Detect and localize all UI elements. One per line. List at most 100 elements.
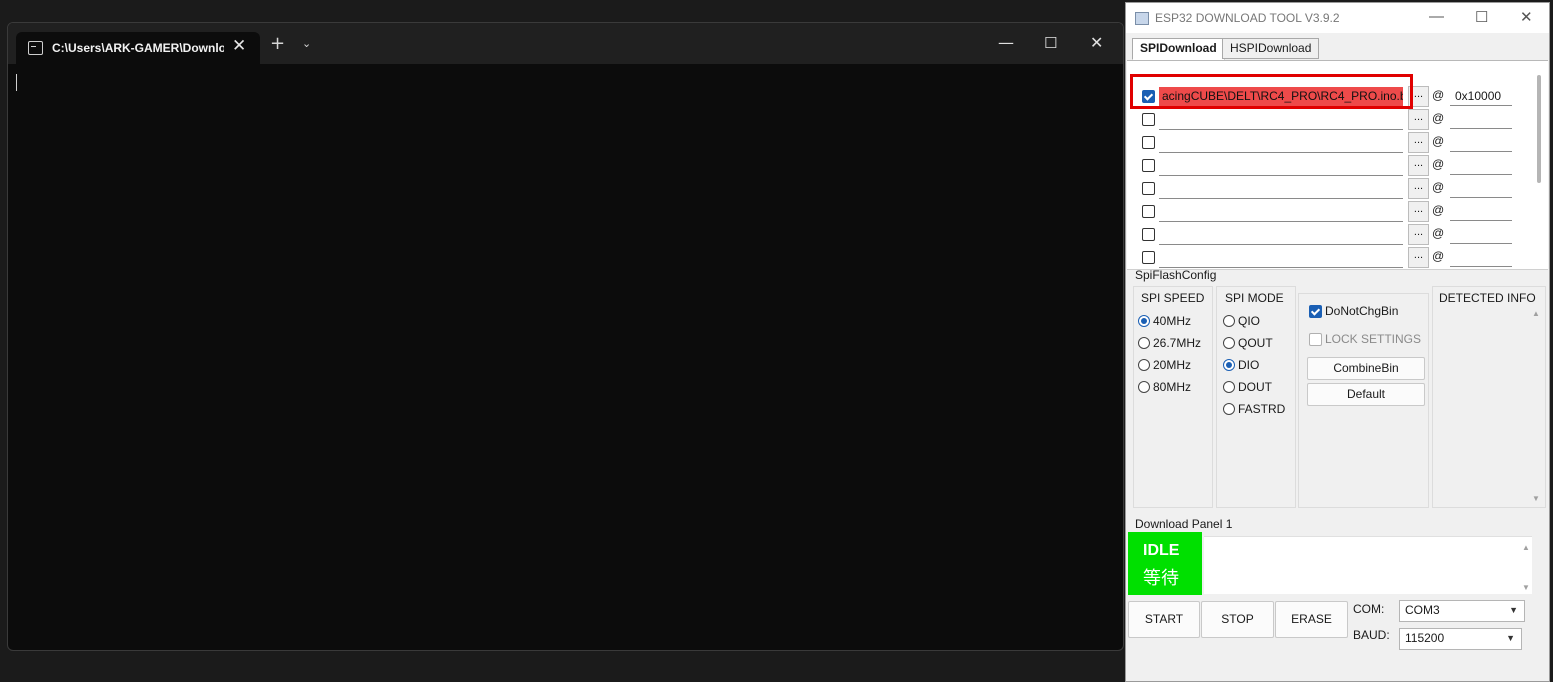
stop-button[interactable]: STOP — [1201, 601, 1274, 638]
close-button[interactable]: ✕ — [1520, 8, 1533, 26]
scroll-up-icon[interactable]: ▲ — [1532, 309, 1540, 318]
window-title: ESP32 DOWNLOAD TOOL V3.9.2 — [1155, 11, 1340, 25]
chevron-down-icon: ▼ — [1509, 605, 1518, 615]
file-enable-checkbox[interactable] — [1142, 136, 1155, 149]
detected-info-label: DETECTED INFO — [1439, 291, 1536, 305]
scroll-down-icon[interactable]: ▼ — [1522, 583, 1530, 592]
browse-button[interactable]: ... — [1408, 247, 1429, 268]
scroll-up-icon[interactable]: ▲ — [1522, 543, 1530, 552]
status-text-cn: 等待 — [1143, 568, 1179, 589]
file-row: ... @ — [1127, 223, 1537, 246]
radio-80mhz[interactable] — [1138, 381, 1150, 393]
terminal-tab-label: C:\Users\ARK-GAMER\Downlo — [52, 41, 224, 55]
file-enable-checkbox[interactable] — [1142, 205, 1155, 218]
lock-settings-checkbox[interactable] — [1309, 333, 1322, 346]
radio-40mhz[interactable] — [1138, 315, 1150, 327]
browse-button[interactable]: ... — [1408, 155, 1429, 176]
do-not-chg-bin-checkbox[interactable] — [1309, 305, 1322, 318]
log-output[interactable]: ▲ ▼ — [1204, 536, 1532, 594]
radio-dout[interactable] — [1223, 381, 1235, 393]
browse-button[interactable]: ... — [1408, 178, 1429, 199]
spi-speed-label: SPI SPEED — [1141, 291, 1205, 305]
file-path-input[interactable] — [1159, 179, 1403, 199]
file-row: ... @ — [1127, 131, 1537, 154]
address-input[interactable] — [1450, 248, 1512, 267]
lock-settings-label: LOCK SETTINGS — [1325, 332, 1422, 346]
file-path-input[interactable] — [1159, 202, 1403, 222]
file-path-input[interactable] — [1159, 248, 1403, 268]
radio-label: DIO — [1238, 358, 1260, 372]
radio-label: 20MHz — [1153, 358, 1192, 372]
address-input[interactable] — [1450, 133, 1512, 152]
address-input[interactable]: 0x10000 — [1450, 87, 1512, 106]
status-indicator: IDLE 等待 — [1128, 532, 1202, 595]
download-panel-title: Download Panel 1 — [1135, 517, 1233, 531]
at-label: @ — [1432, 157, 1445, 171]
file-enable-checkbox[interactable] — [1142, 228, 1155, 241]
at-label: @ — [1432, 180, 1445, 194]
file-path-input[interactable] — [1159, 133, 1403, 153]
radio-label: 80MHz — [1153, 380, 1192, 394]
browse-button[interactable]: ... — [1408, 201, 1429, 222]
terminal-tab[interactable]: C:\Users\ARK-GAMER\Downlo ✕ — [16, 32, 260, 64]
close-button[interactable]: ✕ — [1090, 35, 1103, 51]
address-input[interactable] — [1450, 110, 1512, 129]
combine-bin-button[interactable]: CombineBin — [1307, 357, 1425, 380]
browse-button[interactable]: ... — [1408, 132, 1429, 153]
address-input[interactable] — [1450, 202, 1512, 221]
at-label: @ — [1432, 226, 1445, 240]
scroll-down-icon[interactable]: ▼ — [1532, 494, 1540, 503]
radio-label: DOUT — [1238, 380, 1272, 394]
radio-qout[interactable] — [1223, 337, 1235, 349]
app-logo-icon — [1135, 12, 1149, 25]
radio-qio[interactable] — [1223, 315, 1235, 327]
chevron-down-icon: ▼ — [1506, 633, 1515, 643]
file-enable-checkbox[interactable] — [1142, 159, 1155, 172]
chevron-down-icon[interactable]: ⌄ — [302, 37, 311, 50]
file-enable-checkbox[interactable] — [1142, 251, 1155, 264]
default-button[interactable]: Default — [1307, 383, 1425, 406]
spi-mode-group: SPI MODE QIO QOUT DIO DOUT FASTRD — [1216, 286, 1296, 508]
address-input[interactable] — [1450, 156, 1512, 175]
file-enable-checkbox[interactable] — [1142, 113, 1155, 126]
minimize-button[interactable]: — — [998, 35, 1014, 51]
radio-20mhz[interactable] — [1138, 359, 1150, 371]
text-cursor — [16, 74, 17, 91]
radio-label: 40MHz — [1153, 314, 1192, 328]
file-row: ... @ — [1127, 108, 1537, 131]
minimize-button[interactable]: — — [1429, 8, 1444, 25]
maximize-button[interactable]: ☐ — [1044, 35, 1057, 51]
radio-label: QIO — [1238, 314, 1261, 328]
browse-button[interactable]: ... — [1408, 109, 1429, 130]
radio-fastrd[interactable] — [1223, 403, 1235, 415]
detected-info-group: DETECTED INFO ▲ ▼ — [1432, 286, 1546, 508]
browse-button[interactable]: ... — [1408, 224, 1429, 245]
file-path-input[interactable] — [1159, 156, 1403, 176]
file-enable-checkbox[interactable] — [1142, 182, 1155, 195]
do-not-chg-bin-label: DoNotChgBin — [1325, 304, 1399, 318]
esp-titlebar: ESP32 DOWNLOAD TOOL V3.9.2 — ☐ ✕ — [1126, 3, 1549, 33]
new-tab-button[interactable]: + — [270, 35, 285, 53]
address-input[interactable] — [1450, 179, 1512, 198]
terminal-window: C:\Users\ARK-GAMER\Downlo ✕ + ⌄ — ☐ ✕ — [7, 22, 1124, 651]
erase-button[interactable]: ERASE — [1275, 601, 1348, 638]
at-label: @ — [1432, 249, 1445, 263]
spi-mode-label: SPI MODE — [1225, 291, 1284, 305]
file-path-input[interactable] — [1159, 225, 1403, 245]
radio-26-7mhz[interactable] — [1138, 337, 1150, 349]
radio-label: FASTRD — [1238, 402, 1286, 416]
at-label: @ — [1432, 111, 1445, 125]
baud-select[interactable]: 115200 ▼ — [1399, 628, 1522, 650]
file-path-input[interactable] — [1159, 110, 1403, 130]
start-button[interactable]: START — [1128, 601, 1200, 638]
com-select[interactable]: COM3 ▼ — [1399, 600, 1525, 622]
tab-close-icon[interactable]: ✕ — [232, 36, 246, 56]
spi-speed-group: SPI SPEED 40MHz 26.7MHz 20MHz 80MHz — [1133, 286, 1213, 508]
file-list-scrollbar[interactable] — [1537, 75, 1541, 183]
radio-dio[interactable] — [1223, 359, 1235, 371]
file-list-panel: acingCUBE\DELT\RC4_PRO\RC4_PRO.ino.bin .… — [1127, 60, 1548, 270]
address-input[interactable] — [1450, 225, 1512, 244]
maximize-button[interactable]: ☐ — [1475, 8, 1488, 26]
tab-spidownload[interactable]: SPIDownload — [1132, 38, 1225, 60]
tab-hspidownload[interactable]: HSPIDownload — [1222, 38, 1320, 59]
